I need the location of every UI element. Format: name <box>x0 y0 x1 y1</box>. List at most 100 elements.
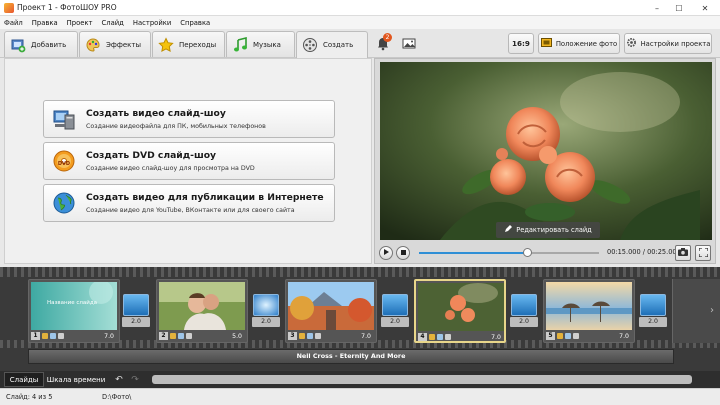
tab-effects[interactable]: Эффекты <box>79 31 151 57</box>
transition-5[interactable]: 2.0 <box>639 294 667 328</box>
snapshot-button[interactable] <box>675 245 691 261</box>
photo-button[interactable] <box>401 35 417 51</box>
minimize-button[interactable]: – <box>646 0 668 16</box>
transition-4[interactable]: 2.0 <box>510 294 538 328</box>
play-button[interactable] <box>379 246 393 260</box>
menu-settings[interactable]: Настройки <box>133 19 171 27</box>
picture-icon <box>401 38 417 53</box>
tab-add[interactable]: Добавить <box>4 31 78 57</box>
project-settings-button[interactable]: Настройки проекта <box>624 33 712 54</box>
slide-thumb-5[interactable]: 5 7.0 <box>543 279 635 343</box>
project-settings-label: Настройки проекта <box>640 39 711 48</box>
transition-2-duration: 2.0 <box>252 317 280 327</box>
transition-1[interactable]: 2.0 <box>122 294 150 328</box>
create-web-title: Создать видео для публикации в Интернете <box>86 192 324 203</box>
slide-2-sound-icon[interactable] <box>186 333 192 339</box>
slide-3-number: 3 <box>288 332 297 340</box>
tab-music-label: Музыка <box>253 40 281 49</box>
menu-help[interactable]: Справка <box>180 19 210 27</box>
tab-create[interactable]: Создать <box>296 31 368 58</box>
transition-2[interactable]: 2.0 <box>252 294 280 328</box>
audio-track[interactable]: Neil Cross - Eternity And More <box>28 349 674 364</box>
palette-icon <box>85 37 101 53</box>
slide-4-sound-icon[interactable] <box>445 334 451 340</box>
slide-4-edit-icon[interactable] <box>429 334 435 340</box>
slide-2-edit-icon[interactable] <box>170 333 176 339</box>
create-video-desc: Создание видеофайла для ПК, мобильных те… <box>86 123 266 130</box>
playback-progress[interactable] <box>419 252 599 254</box>
slide-thumb-1[interactable]: Название слайда 1 7.0 <box>28 279 120 343</box>
playback-progress-fill <box>419 252 527 254</box>
slide-3-sound-icon[interactable] <box>315 333 321 339</box>
stop-button[interactable] <box>396 246 410 260</box>
timeline-scrollbar[interactable] <box>152 375 692 384</box>
notifications-button[interactable]: 2 <box>375 33 392 51</box>
slide-4-zoom-icon[interactable] <box>437 334 443 340</box>
tab-timeline-label: Шкала времени <box>46 375 106 384</box>
globe-icon <box>52 191 76 215</box>
tab-transitions[interactable]: Переходы <box>152 31 225 57</box>
slide-3-zoom-icon[interactable] <box>307 333 313 339</box>
menu-slide[interactable]: Слайд <box>102 19 124 27</box>
slide-4-image <box>418 283 504 331</box>
create-dvd-title: Создать DVD слайд-шоу <box>86 150 217 161</box>
maximize-button[interactable]: ☐ <box>668 0 690 16</box>
chevron-right-icon[interactable]: › <box>710 305 714 316</box>
tab-transitions-label: Переходы <box>179 40 217 49</box>
create-web-desc: Создание видео для YouTube, ВКонтакте ил… <box>86 207 295 214</box>
transition-4-duration: 2.0 <box>510 317 538 327</box>
player-controls: 00:15.000 / 00:25.000 <box>375 243 715 263</box>
film-reel-icon <box>302 37 318 53</box>
playback-progress-knob[interactable] <box>523 248 532 257</box>
slide-thumb-4[interactable]: 4 7.0 <box>414 279 506 343</box>
slide-1-duration: 7.0 <box>104 332 114 340</box>
svg-text:DVD: DVD <box>58 161 70 167</box>
play-icon <box>383 249 389 257</box>
slide-1-edit-icon[interactable] <box>42 333 48 339</box>
aspect-ratio-button[interactable]: 16:9 <box>508 33 534 54</box>
add-slide-placeholder[interactable]: › <box>672 279 720 343</box>
create-web-video-button[interactable]: Создать видео для публикации в Интернете… <box>43 184 335 222</box>
slide-5-sound-icon[interactable] <box>573 333 579 339</box>
slide-5-duration: 7.0 <box>619 332 629 340</box>
slide-2-zoom-icon[interactable] <box>178 333 184 339</box>
create-dvd-slideshow-button[interactable]: DVD Создать DVD слайд-шоу Создание видео… <box>43 142 335 180</box>
redo-icon: ↷ <box>131 374 139 385</box>
slide-thumb-2[interactable]: 2 5.0 <box>156 279 248 343</box>
menu-file[interactable]: Файл <box>4 19 23 27</box>
close-button[interactable]: ✕ <box>690 0 720 16</box>
tab-slides-view[interactable]: Слайды <box>4 372 44 387</box>
menu-project[interactable]: Проект <box>67 19 93 27</box>
slide-4-duration: 7.0 <box>491 333 501 341</box>
photo-position-label: Положение фото <box>555 39 618 48</box>
slide-5-zoom-icon[interactable] <box>565 333 571 339</box>
slide-3-edit-icon[interactable] <box>299 333 305 339</box>
slide-1-zoom-icon[interactable] <box>50 333 56 339</box>
tab-music[interactable]: Музыка <box>226 31 295 57</box>
slide-timeline: Название слайда 1 7.0 2.0 2 5.0 2.0 3 7.… <box>0 267 720 371</box>
preview-image: Редактировать слайд <box>380 62 712 240</box>
slide-thumb-3[interactable]: 3 7.0 <box>285 279 377 343</box>
title-bar: Проект 1 - ФотоШОУ PRO – ☐ ✕ <box>0 0 720 16</box>
slide-2-duration: 5.0 <box>232 332 242 340</box>
fullscreen-button[interactable] <box>695 245 711 261</box>
edit-slide-button[interactable]: Редактировать слайд <box>496 222 600 238</box>
tab-add-label: Добавить <box>31 40 67 49</box>
preview-panel: Редактировать слайд 00:15.000 / 00:25.00… <box>374 58 716 264</box>
transition-3[interactable]: 2.0 <box>381 294 409 328</box>
undo-button[interactable]: ↶ <box>112 372 126 387</box>
notification-badge: 2 <box>383 33 392 42</box>
stop-icon <box>400 249 406 257</box>
transition-2-icon <box>253 294 279 316</box>
aspect-ratio-label: 16:9 <box>512 39 530 48</box>
photo-position-button[interactable]: Положение фото <box>538 33 620 54</box>
slide-1-sound-icon[interactable] <box>58 333 64 339</box>
status-path: D:\Фото\ <box>102 393 132 401</box>
create-video-slideshow-button[interactable]: Создать видео слайд-шоу Создание видеофа… <box>43 100 335 138</box>
slide-2-number: 2 <box>159 332 168 340</box>
menu-edit[interactable]: Правка <box>32 19 58 27</box>
redo-button[interactable]: ↷ <box>128 372 142 387</box>
slide-5-edit-icon[interactable] <box>557 333 563 339</box>
tab-timeline-view[interactable]: Шкала времени <box>46 372 106 387</box>
menu-bar: Файл Правка Проект Слайд Настройки Справ… <box>0 16 720 29</box>
